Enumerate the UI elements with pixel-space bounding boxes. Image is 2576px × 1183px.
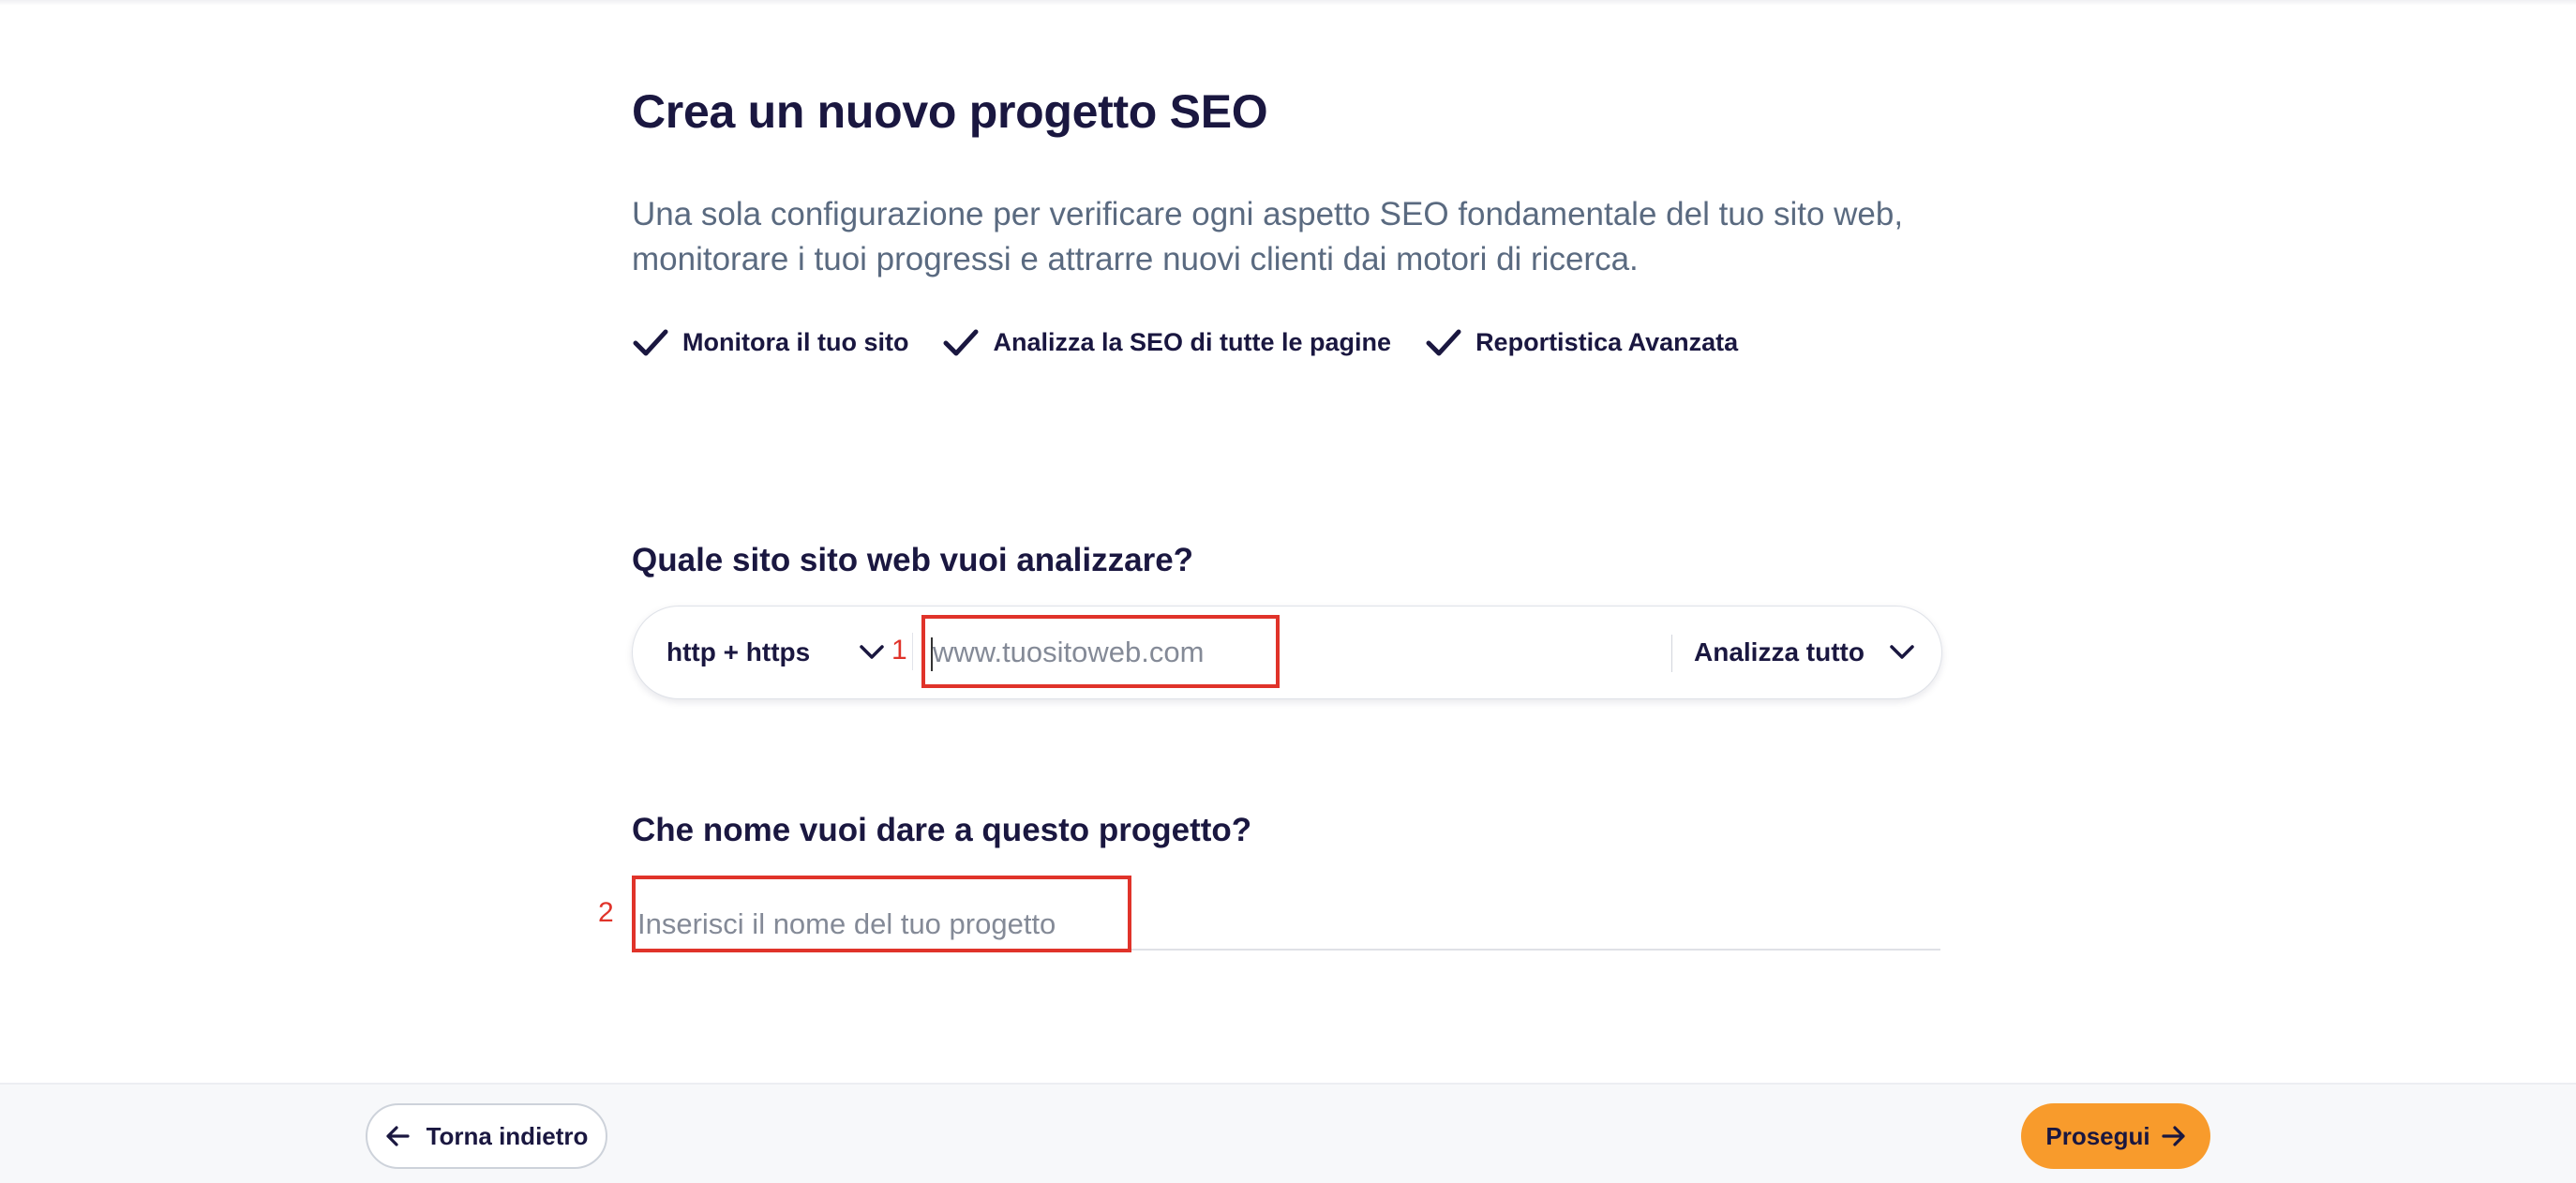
project-name-question: Che nome vuoi dare a questo progetto? xyxy=(632,812,1252,848)
annotation-marker-2: 2 xyxy=(598,897,614,928)
website-url-bar: http + https 1 Analizza tutto xyxy=(632,606,1942,699)
top-shadow xyxy=(0,0,2576,6)
next-button-label: Prosegui xyxy=(2045,1121,2150,1150)
chevron-down-icon xyxy=(860,645,884,659)
scope-select[interactable]: Analizza tutto xyxy=(1694,606,1915,698)
check-icon xyxy=(633,329,668,356)
project-name-input[interactable] xyxy=(637,898,1931,951)
back-button-label: Torna indietro xyxy=(426,1121,589,1150)
protocol-value: http + https xyxy=(666,637,811,666)
arrow-left-icon xyxy=(385,1126,410,1146)
feature-label: Monitora il tuo sito xyxy=(682,327,909,356)
chevron-down-icon xyxy=(1890,645,1914,659)
feature-item: Analizza la SEO di tutte le pagine xyxy=(942,326,1391,358)
page-subtitle: Una sola configurazione per verificare o… xyxy=(632,196,1904,277)
feature-list: Monitora il tuo sito Analizza la SEO di … xyxy=(632,326,1772,358)
protocol-select[interactable]: http + https xyxy=(666,606,885,698)
footer-bar: Torna indietro Prosegui xyxy=(0,1083,2576,1183)
scope-value: Analizza tutto xyxy=(1694,637,1865,666)
next-button[interactable]: Prosegui xyxy=(2021,1103,2210,1169)
input-underline xyxy=(632,949,1940,951)
divider xyxy=(1671,635,1672,672)
check-icon xyxy=(1426,329,1461,356)
check-icon xyxy=(943,329,979,356)
divider xyxy=(912,633,913,670)
arrow-right-icon xyxy=(2162,1126,2185,1146)
text-cursor xyxy=(931,637,933,671)
website-question: Quale sito sito web vuoi analizzare? xyxy=(632,542,1194,578)
page-title: Crea un nuovo progetto SEO xyxy=(632,85,1268,138)
feature-item: Monitora il tuo sito xyxy=(632,326,908,358)
annotation-marker-1: 1 xyxy=(891,635,907,666)
website-url-input[interactable] xyxy=(929,629,1495,676)
feature-item: Reportistica Avanzata xyxy=(1425,326,1738,358)
feature-label: Reportistica Avanzata xyxy=(1475,327,1739,356)
feature-label: Analizza la SEO di tutte le pagine xyxy=(993,327,1392,356)
back-button[interactable]: Torna indietro xyxy=(366,1103,607,1169)
